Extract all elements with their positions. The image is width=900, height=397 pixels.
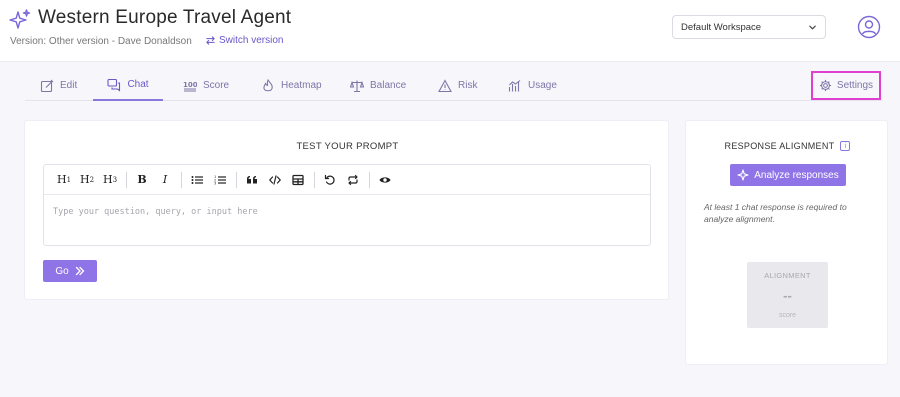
workspace-select[interactable]: Default Workspace <box>672 15 826 39</box>
svg-text:100: 100 <box>183 81 197 89</box>
prompt-input[interactable]: Type your question, query, or input here <box>53 207 258 217</box>
tab-label: Score <box>203 80 230 91</box>
h1-sub: 1 <box>66 175 72 184</box>
tab-label: Chat <box>127 79 149 90</box>
preview-button[interactable] <box>376 171 394 189</box>
workspace-value: Default Workspace <box>681 21 762 33</box>
editor-toolbar: H1 H2 H3 B I 123 <box>44 165 650 195</box>
alignment-score-card: ALIGNMENT -- score <box>747 262 828 328</box>
settings-tab[interactable]: Settings <box>811 71 881 100</box>
bar-chart-icon <box>508 79 521 91</box>
italic-button[interactable]: I <box>156 171 174 189</box>
blockquote-button[interactable] <box>243 171 261 189</box>
info-icon[interactable]: i <box>840 141 851 151</box>
tab-label: Edit <box>60 80 78 91</box>
tab-label: Heatmap <box>281 80 322 91</box>
undo-button[interactable] <box>321 171 339 189</box>
tab-balance[interactable]: Balance <box>350 70 406 101</box>
h1-glyph: H <box>56 173 67 186</box>
svg-text:3: 3 <box>214 181 216 185</box>
settings-label: Settings <box>836 80 874 91</box>
h3-glyph: H <box>102 173 113 186</box>
alignment-note: At least 1 chat response is required to … <box>704 202 847 224</box>
heading-2-button[interactable]: H2 <box>78 171 96 189</box>
sparkle-icon <box>9 9 31 29</box>
toolbar-divider <box>126 171 127 188</box>
go-button[interactable]: Go <box>43 260 97 282</box>
tab-chat[interactable]: Chat <box>93 70 163 101</box>
ordered-list-button[interactable]: 123 <box>211 171 229 189</box>
version-text: Version: Other version - Dave Donaldson <box>10 36 192 47</box>
analyze-responses-button[interactable]: Analyze responses <box>730 164 846 186</box>
ordered-list-icon: 123 <box>214 175 226 185</box>
tab-score[interactable]: 100 Score <box>183 70 229 101</box>
repeat-icon <box>348 174 358 185</box>
analyze-label: Analyze responses <box>754 169 839 181</box>
toolbar-divider <box>181 171 182 188</box>
tab-bar: Edit Chat 100 Score Heatmap Balance Risk… <box>25 70 882 101</box>
undo-icon <box>324 174 335 185</box>
page-title: Western Europe Travel Agent <box>38 7 292 28</box>
test-prompt-panel: TEST YOUR PROMPT H1 H2 H3 B I 123 Type y… <box>24 120 669 300</box>
bullet-list-icon <box>191 175 203 184</box>
tab-edit[interactable]: Edit <box>40 70 77 101</box>
redo-button[interactable] <box>344 171 362 189</box>
toolbar-divider <box>236 171 237 188</box>
sparkle-icon <box>737 169 749 181</box>
balance-scale-icon <box>350 80 364 92</box>
panel-title: TEST YOUR PROMPT <box>296 141 399 152</box>
page-header: Western Europe Travel Agent Version: Oth… <box>0 0 900 62</box>
h2-sub: 2 <box>89 175 95 184</box>
double-chevron-right-icon <box>75 266 85 276</box>
alignment-title: RESPONSE ALIGNMENT <box>724 141 835 151</box>
gear-icon <box>819 79 831 92</box>
panel-title: RESPONSE ALIGNMENT i <box>686 141 889 151</box>
go-label: Go <box>55 265 69 277</box>
swap-icon <box>206 36 215 45</box>
tab-risk[interactable]: Risk <box>438 70 477 101</box>
table-icon <box>292 174 304 185</box>
quote-icon <box>247 175 257 183</box>
table-button[interactable] <box>289 171 307 189</box>
toolbar-divider <box>314 171 315 188</box>
switch-version-link[interactable]: Switch version <box>205 35 283 46</box>
score-100-icon: 100 <box>183 81 197 91</box>
switch-version-label: Switch version <box>219 35 284 46</box>
chat-icon <box>107 78 121 92</box>
bullet-list-button[interactable] <box>188 171 206 189</box>
tab-heatmap[interactable]: Heatmap <box>261 70 322 101</box>
edit-icon <box>40 79 54 92</box>
code-button[interactable] <box>266 171 284 189</box>
tab-label: Risk <box>458 80 478 91</box>
response-alignment-panel: RESPONSE ALIGNMENT i Analyze responses A… <box>685 120 888 365</box>
prompt-editor: H1 H2 H3 B I 123 Type your question, que… <box>43 164 651 246</box>
code-icon <box>269 174 281 185</box>
chevron-down-icon <box>809 25 816 30</box>
tab-label: Usage <box>528 80 557 91</box>
tab-label: Balance <box>370 80 407 91</box>
user-avatar-icon[interactable] <box>857 15 881 39</box>
toolbar-divider <box>369 171 370 188</box>
warning-icon <box>438 78 452 92</box>
score-label: ALIGNMENT <box>764 271 811 280</box>
h3-sub: 3 <box>112 175 118 184</box>
tab-usage[interactable]: Usage <box>508 70 557 101</box>
score-caption: score <box>778 312 797 319</box>
score-value: -- <box>783 288 792 303</box>
h2-glyph: H <box>79 173 90 186</box>
heading-3-button[interactable]: H3 <box>101 171 119 189</box>
flame-icon <box>263 78 273 91</box>
heading-1-button[interactable]: H1 <box>55 171 73 189</box>
bold-button[interactable]: B <box>133 171 151 189</box>
eye-icon <box>379 176 391 183</box>
